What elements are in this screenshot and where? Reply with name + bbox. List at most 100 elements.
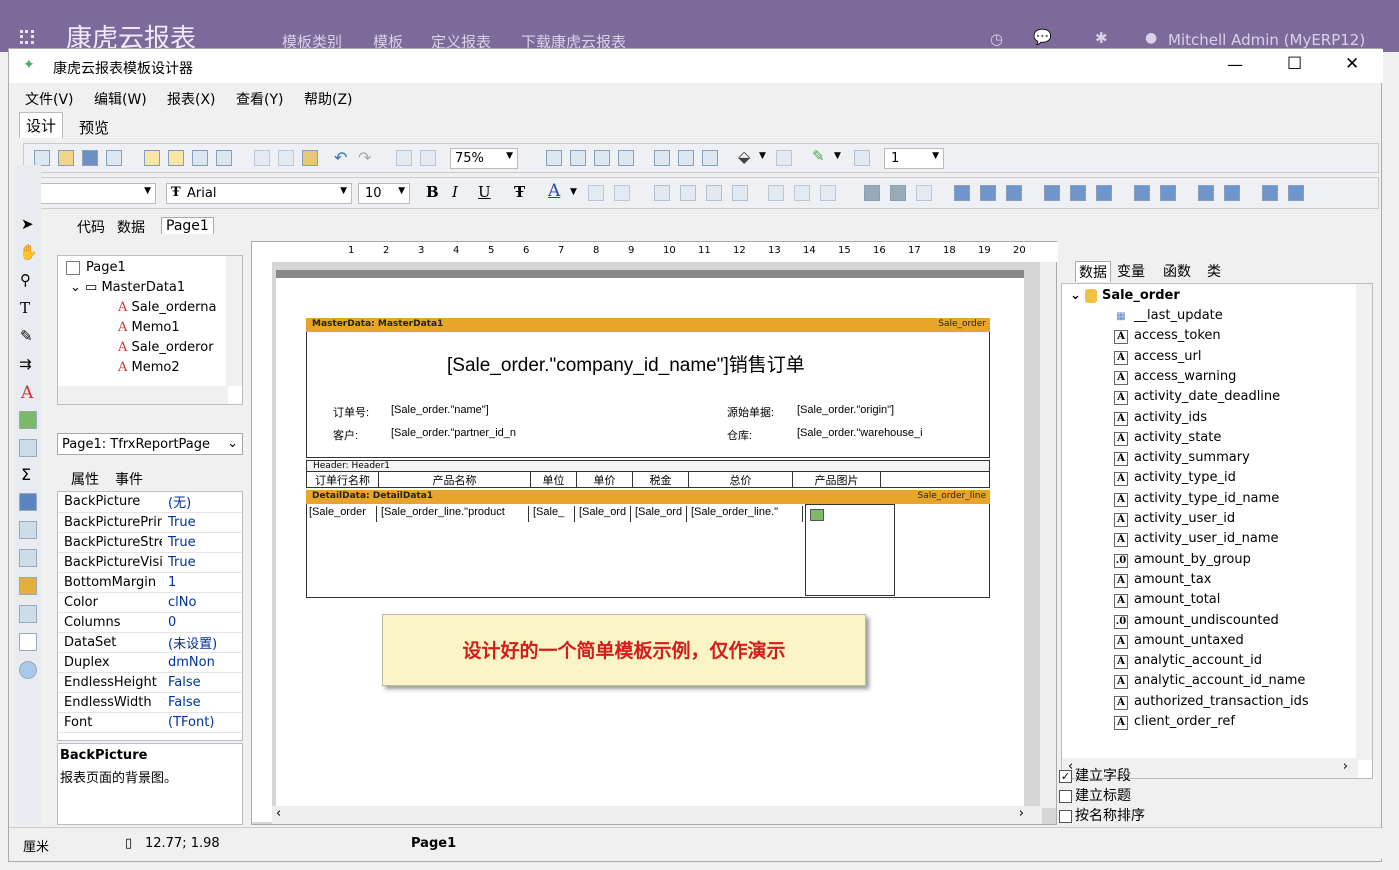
object-select[interactable]: Page1: TfrxReportPage ⌄ <box>57 433 243 455</box>
frame-style-icon[interactable] <box>702 150 718 166</box>
user-menu[interactable]: Mitchell Admin (MyERP12) <box>1168 31 1365 49</box>
header-band-label-bar[interactable]: Header: Header1 <box>306 460 990 472</box>
property-value[interactable]: True <box>162 532 242 553</box>
canvas-vscrollbar[interactable] <box>1040 262 1056 808</box>
property-value[interactable]: 0 <box>162 612 242 633</box>
minimize-button[interactable]: — <box>1227 55 1243 74</box>
header-cell[interactable]: 单价 <box>577 472 633 488</box>
page-settings-icon[interactable] <box>216 150 232 166</box>
valign-top-icon[interactable] <box>768 185 784 201</box>
detaildata-band-header[interactable]: DetailData: DetailData1 Sale_order_line <box>306 490 990 504</box>
property-value[interactable]: False <box>162 692 242 713</box>
chat-icon[interactable]: 💬 <box>1033 28 1052 46</box>
apps-icon[interactable] <box>20 30 34 44</box>
frame-icon[interactable] <box>654 150 670 166</box>
tab-properties[interactable]: 属性 <box>71 469 99 489</box>
property-value[interactable]: (无) <box>162 492 242 513</box>
new-icon[interactable] <box>34 150 50 166</box>
property-row[interactable]: BackPicture (无) <box>58 492 242 513</box>
property-value[interactable]: (未设置) <box>162 632 242 653</box>
property-row[interactable]: DataSet (未设置) <box>58 632 242 653</box>
property-row[interactable]: EndlessHeight False <box>58 672 242 693</box>
underline-icon[interactable]: U <box>478 183 491 201</box>
font-color-dropdown-icon[interactable]: ▼ <box>570 187 577 197</box>
same-width-icon[interactable] <box>1262 185 1278 201</box>
fill-color-icon[interactable]: ⬙ <box>738 147 750 166</box>
order-field[interactable]: [Sale_order."name"] <box>391 404 543 416</box>
detail-cell[interactable]: [Sale_ord <box>635 506 687 522</box>
data-field-item[interactable]: Aactivity_type_id_name <box>1114 491 1279 507</box>
align-tops-icon[interactable] <box>1044 185 1060 201</box>
property-value[interactable]: True <box>162 552 242 573</box>
property-row[interactable]: Color clNo <box>58 592 242 613</box>
band-tool-icon[interactable]: ⇉ <box>19 355 32 373</box>
tree-masterdata[interactable]: ⌄ ▭ MasterData1 <box>70 280 185 295</box>
detail-cell[interactable]: [Sale_order_line." <box>691 506 803 522</box>
line-style-icon[interactable] <box>854 150 870 166</box>
new-dialog-icon[interactable] <box>168 150 184 166</box>
header-band[interactable]: 订单行名称 产品名称 单位 单价 税金 总价 产品图片 <box>306 472 990 488</box>
menu-view[interactable]: 查看(Y) <box>236 89 283 109</box>
data-field-item[interactable]: .0 amount_undiscounted <box>1114 613 1279 629</box>
line-tool-icon[interactable] <box>19 493 37 511</box>
picture-tool-icon[interactable] <box>19 411 37 429</box>
report-title[interactable]: [Sale_order."company_id_name"]销售订单 <box>447 350 805 377</box>
tree-item[interactable]: A Sale_orderna <box>118 300 217 315</box>
canvas-hscrollbar[interactable]: ‹ › <box>272 806 1042 824</box>
font-settings-icon[interactable]: Ŧ <box>514 183 525 201</box>
close-button[interactable]: ✕ <box>1345 54 1359 74</box>
align-right-icon[interactable] <box>706 185 722 201</box>
property-value[interactable]: True <box>162 512 242 533</box>
highlight-icon[interactable] <box>588 185 604 201</box>
align-grid2-icon[interactable] <box>890 185 906 201</box>
data-field-item[interactable]: Aactivity_state <box>1114 430 1221 446</box>
memo-tool-icon[interactable]: A <box>21 383 33 403</box>
data-field-item[interactable]: Aanalytic_account_id <box>1114 653 1262 670</box>
fill-dropdown-icon[interactable]: ▼ <box>759 151 766 161</box>
masterdata-band[interactable]: [Sale_order."company_id_name"]销售订单 订单号: … <box>306 332 990 458</box>
header-cell[interactable]: 税金 <box>633 472 689 488</box>
property-row[interactable]: BottomMargin 1 <box>58 572 242 593</box>
data-field-item[interactable]: Aamount_tax <box>1114 572 1211 588</box>
menu-help[interactable]: 帮助(Z) <box>304 89 353 109</box>
tab-code[interactable]: 代码 <box>77 217 105 237</box>
data-tree-scrollbar[interactable] <box>1356 284 1372 760</box>
select-tool-icon[interactable]: ➤ <box>21 215 34 233</box>
rotate-icon[interactable] <box>614 185 630 201</box>
preview-icon[interactable] <box>106 150 122 166</box>
property-row[interactable]: BackPictureStret True <box>58 532 242 553</box>
data-field-item[interactable]: Aactivity_type_id <box>1114 470 1236 487</box>
align-center-icon[interactable] <box>680 185 696 201</box>
header-cell[interactable]: 产品图片 <box>793 472 881 488</box>
data-field-item[interactable]: Aactivity_user_id_name <box>1114 531 1279 548</box>
paste-icon[interactable] <box>302 150 318 166</box>
shape-tool-icon[interactable] <box>19 661 37 679</box>
bug-icon[interactable]: ✱ <box>1095 29 1108 47</box>
data-field-item[interactable]: Aactivity_date_deadline <box>1114 389 1280 406</box>
data-field-item[interactable]: Aactivity_user_id <box>1114 511 1235 527</box>
barcode-tool-icon[interactable] <box>19 633 37 651</box>
data-field-item[interactable]: Aaccess_token <box>1114 328 1221 345</box>
tab-page1[interactable]: Page1 <box>161 217 214 234</box>
property-value[interactable]: clNo <box>162 592 242 613</box>
font-size-select[interactable]: 10 ▼ <box>358 183 410 204</box>
fit-grid-icon[interactable] <box>594 150 610 166</box>
detail-cell[interactable]: [Sale_ <box>533 506 575 522</box>
cut-icon[interactable] <box>254 150 270 166</box>
redo-icon[interactable]: ↷ <box>358 148 371 167</box>
space-vert-icon[interactable] <box>1160 185 1176 201</box>
italic-icon[interactable]: I <box>452 183 458 201</box>
origin-field[interactable]: [Sale_order."origin"] <box>797 404 951 416</box>
detaildata-band[interactable]: [Sale_order [Sale_order_line."product [Sal… <box>306 504 990 598</box>
property-row[interactable]: EndlessWidth False <box>58 692 242 713</box>
style-select[interactable]: ▼ <box>38 183 156 204</box>
checkbox-tool-icon[interactable] <box>19 549 37 567</box>
menu-edit[interactable]: 编辑(W) <box>94 89 147 109</box>
align-bottoms-icon[interactable] <box>1096 185 1112 201</box>
save-icon[interactable] <box>82 150 98 166</box>
justify-icon[interactable] <box>732 185 748 201</box>
data-field-item[interactable]: Aauthorized_transaction_ids <box>1114 694 1309 710</box>
font-color-icon[interactable]: A <box>548 181 560 201</box>
option-checkbox[interactable]: 建立标题 <box>1059 785 1131 805</box>
format-painter-icon[interactable]: ✎ <box>20 327 33 345</box>
